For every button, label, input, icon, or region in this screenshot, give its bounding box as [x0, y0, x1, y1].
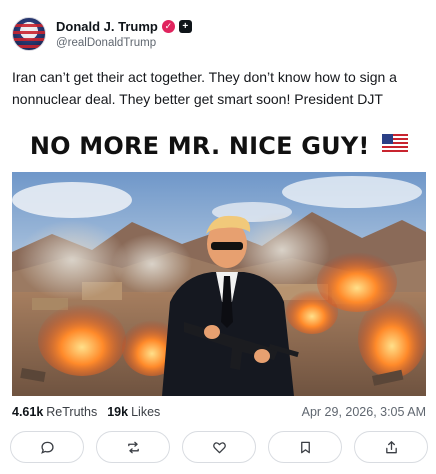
reply-button[interactable] [10, 431, 84, 463]
likes-stat[interactable]: 19k Likes [107, 405, 160, 419]
post-stats: 4.61k ReTruths 19k Likes Apr 29, 2026, 3… [12, 403, 426, 421]
heart-icon [212, 441, 226, 453]
retruths-stat[interactable]: 4.61k ReTruths [12, 405, 97, 419]
media-headline-text: NO MORE MR. NICE GUY! [29, 132, 370, 160]
author-names: Donald J. Trump ✓ + @realDonaldTrump [56, 19, 192, 49]
plus-badge-icon: + [178, 20, 192, 33]
media-image [12, 172, 426, 396]
bookmark-icon [300, 441, 310, 453]
post-actions [10, 431, 428, 463]
retruths-label: ReTruths [46, 405, 98, 419]
likes-label: Likes [131, 405, 161, 419]
share-icon [385, 440, 397, 453]
author-handle[interactable]: @realDonaldTrump [56, 37, 192, 49]
like-button[interactable] [182, 431, 256, 463]
retruth-button[interactable] [96, 431, 170, 463]
bookmark-button[interactable] [268, 431, 342, 463]
post-text: Iran can’t get their act together. They … [12, 69, 397, 107]
post-header: Donald J. Trump ✓ + @realDonaldTrump [12, 14, 192, 54]
author-display-name[interactable]: Donald J. Trump [56, 19, 158, 34]
repost-icon [127, 441, 139, 453]
likes-count: 19k [107, 405, 129, 419]
media-headline: NO MORE MR. NICE GUY! [12, 132, 426, 160]
retruths-count: 4.61k [12, 405, 44, 419]
comment-icon [40, 441, 54, 454]
share-button[interactable] [354, 431, 428, 463]
post-timestamp[interactable]: Apr 29, 2026, 3:05 AM [302, 405, 426, 419]
post-media[interactable]: NO MORE MR. NICE GUY! [12, 124, 426, 396]
verified-check-icon: ✓ [161, 20, 175, 33]
us-flag-icon [382, 134, 409, 152]
author-avatar[interactable] [12, 17, 46, 51]
